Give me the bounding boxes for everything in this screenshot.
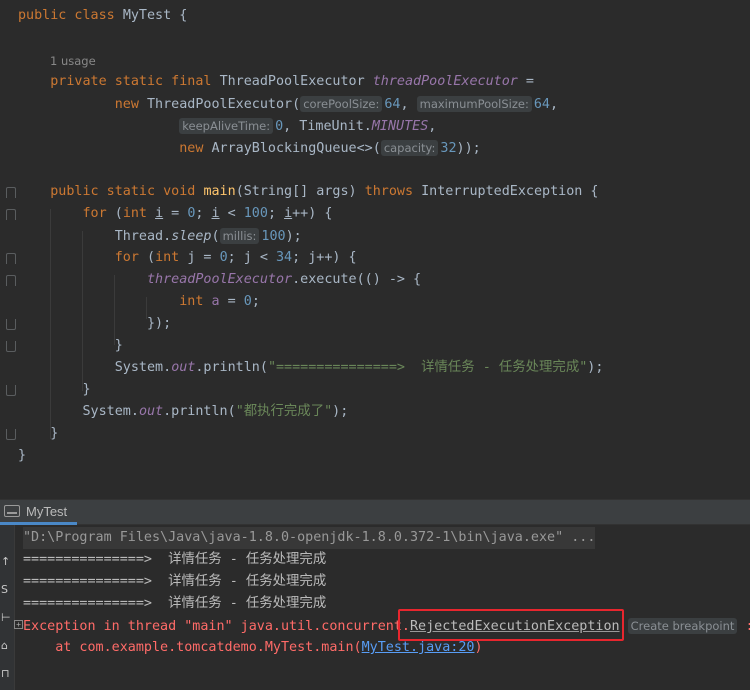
wrap-icon[interactable]: ⊢ [1, 611, 11, 624]
param-hint: corePoolSize: [300, 96, 383, 112]
fold-icon[interactable] [6, 209, 16, 220]
run-panel-header: MyTest [0, 499, 750, 525]
fold-icon[interactable] [6, 341, 16, 352]
command-line[interactable]: "D:\Program Files\Java\java-1.8.0-openjd… [23, 527, 596, 549]
fold-icon[interactable] [6, 429, 16, 440]
print-icon[interactable]: ⊓ [1, 667, 10, 680]
code-line: public class MyTest { [18, 8, 188, 23]
console-toolbar: ↑ S ⊢ ⌂ ⊓ [0, 525, 15, 690]
code-line: System.out.println("===============> 详情任… [18, 360, 604, 375]
run-tab-label: MyTest [26, 503, 68, 519]
code-line: private static final ThreadPoolExecutor … [50, 74, 534, 89]
code-line: Thread.sleep(millis: 100); [18, 228, 302, 244]
console-icon [4, 505, 20, 517]
code-line: public static void main(String[] args) t… [50, 184, 599, 199]
output-line: ===============> 详情任务 - 任务处理完成 [23, 552, 327, 567]
run-tab[interactable]: MyTest [0, 500, 78, 525]
output-line: ===============> 详情任务 - 任务处理完成 [23, 596, 327, 611]
param-hint: millis: [219, 228, 260, 244]
fold-icon[interactable] [6, 275, 16, 286]
expand-icon[interactable]: + [14, 620, 23, 629]
rerun-icon[interactable]: ↑ [1, 555, 10, 568]
fold-icon[interactable] [6, 319, 16, 330]
code-editor[interactable]: public class MyTest { 1 usage private st… [0, 0, 750, 499]
settings-icon[interactable]: ⌂ [1, 639, 8, 652]
code-line: } [18, 382, 91, 397]
output-line: ===============> 详情任务 - 任务处理完成 [23, 574, 327, 589]
param-hint: maximumPoolSize: [416, 96, 532, 112]
create-breakpoint-button[interactable]: Create breakpoint [627, 618, 738, 634]
fold-icon[interactable] [6, 187, 16, 198]
code-line: } [18, 426, 59, 441]
highlight-annotation [398, 609, 624, 641]
code-line: for (int j = 0; j < 34; j++) { [114, 250, 357, 265]
fold-icon[interactable] [6, 385, 16, 396]
exception-line: Exception in thread "main" java.util.con… [23, 615, 750, 637]
code-line: new ArrayBlockingQueue<>(capacity: 32)); [179, 140, 481, 156]
code-line: } [18, 338, 123, 353]
code-line: System.out.println("都执行完成了"); [18, 404, 349, 419]
code-line: new ThreadPoolExecutor(corePoolSize: 64, … [114, 96, 559, 112]
param-hint: capacity: [380, 140, 439, 156]
code-line: } [18, 448, 27, 463]
fold-icon[interactable] [6, 253, 16, 264]
code-line: int a = 0; [179, 294, 260, 309]
code-line: keepAliveTime: 0, TimeUnit.MINUTES, [18, 115, 436, 137]
scroll-icon[interactable]: S [1, 583, 8, 596]
code-line: for (int i = 0; i < 100; i++) { [82, 206, 333, 221]
code-line: }); [18, 316, 172, 331]
run-console[interactable]: ↑ S ⊢ ⌂ ⊓ "D:\Program Files\Java\java-1.… [0, 525, 750, 690]
source-link[interactable]: MyTest.java:20 [362, 640, 475, 655]
code-line: threadPoolExecutor.execute(() -> { [147, 272, 422, 287]
usage-hint[interactable]: 1 usage [50, 50, 96, 72]
param-hint: keepAliveTime: [179, 118, 274, 134]
